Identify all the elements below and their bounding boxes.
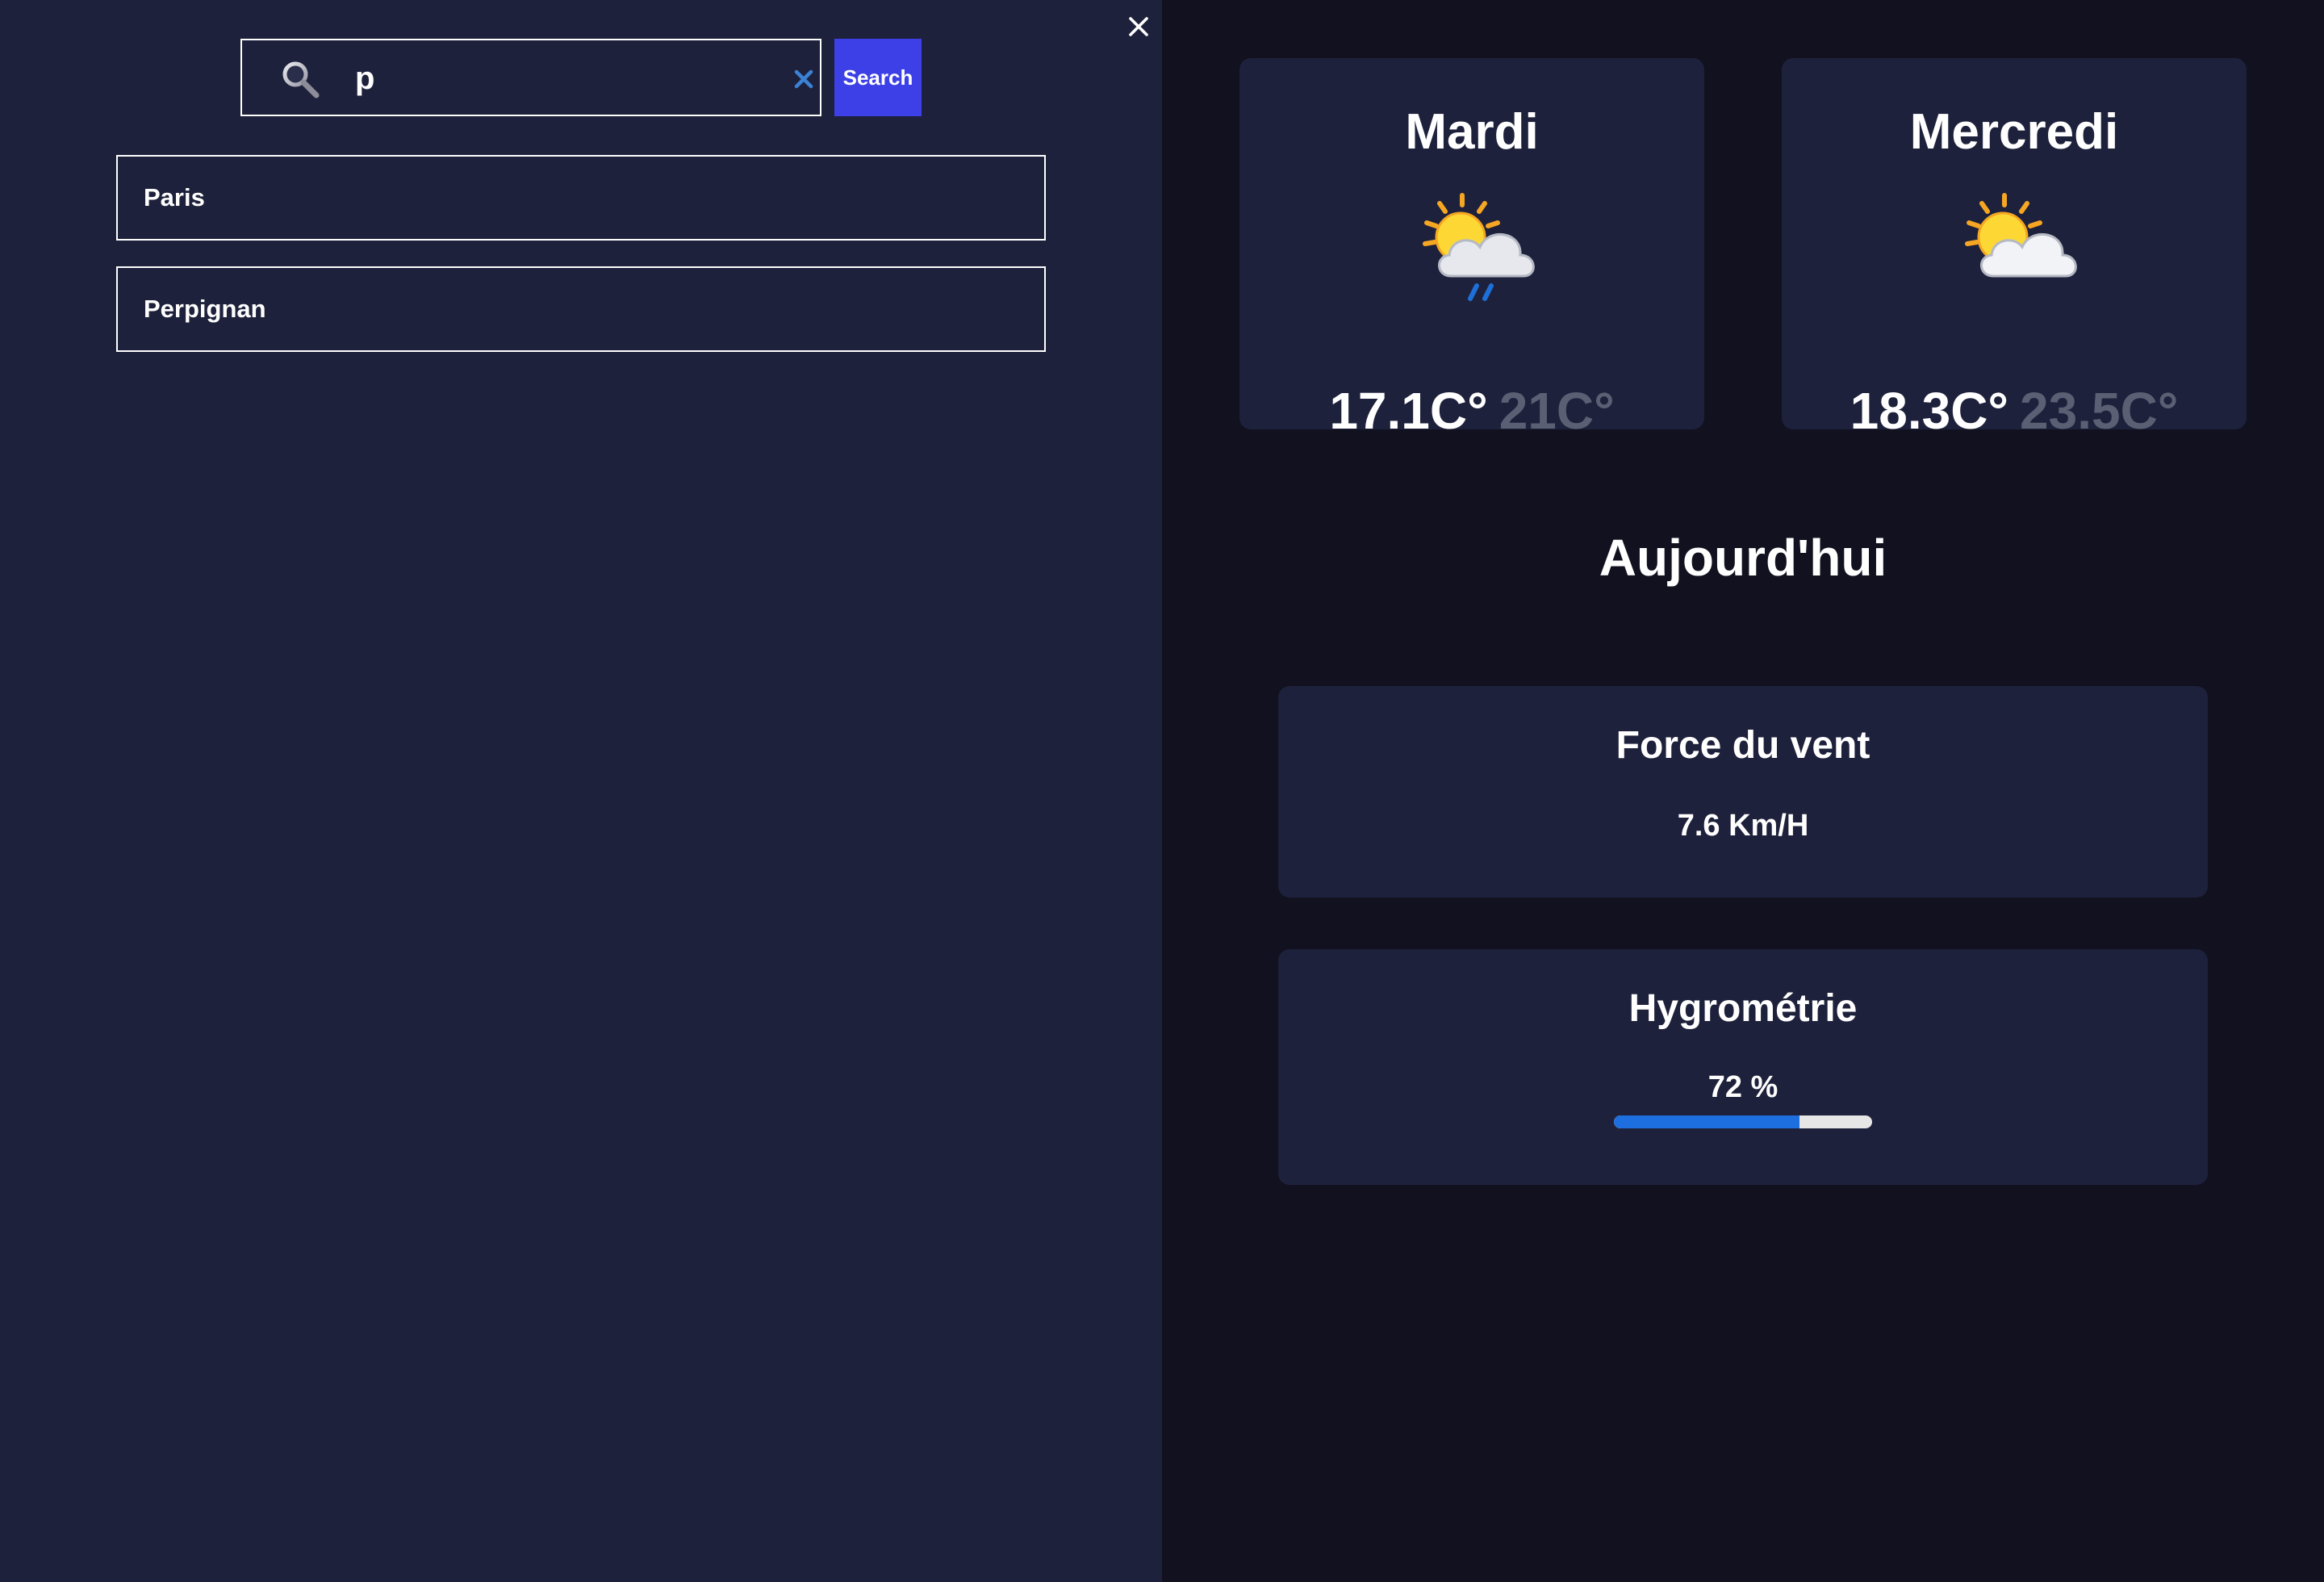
- search-drawer: Search Paris Perpignan: [0, 0, 1162, 1582]
- sun-cloud-icon: [1958, 189, 2087, 310]
- forecast-temperatures: 18.3C° 23.5C°: [1782, 381, 2247, 441]
- search-button[interactable]: Search: [834, 39, 922, 116]
- suggestion-item-perpignan[interactable]: Perpignan: [116, 266, 1046, 352]
- close-icon[interactable]: [1123, 11, 1154, 42]
- forecast-temperatures: 17.1C° 21C°: [1239, 381, 1704, 441]
- wind-title: Force du vent: [1616, 724, 1870, 767]
- humidity-card: Hygrométrie 72 %: [1278, 949, 2208, 1185]
- humidity-title: Hygrométrie: [1628, 987, 1858, 1030]
- search-icon: [279, 58, 321, 100]
- temp-max: 21C°: [1498, 382, 1615, 440]
- temp-max: 23.5C°: [2020, 382, 2179, 440]
- sun-cloud-rain-icon: [1415, 189, 1544, 310]
- forecast-card-mercredi: Mercredi 18.3C° 23.5C°: [1782, 58, 2247, 440]
- temp-min: 18.3C°: [1850, 382, 2008, 440]
- humidity-value: 72 %: [1707, 1070, 1779, 1104]
- weather-app: Search Paris Perpignan Mardi: [0, 0, 2324, 1582]
- suggestion-item-paris[interactable]: Paris: [116, 155, 1046, 241]
- today-title: Aujourd'hui: [1599, 529, 1887, 587]
- search-box: [240, 39, 821, 116]
- forecast-card-mardi: Mardi 17.1C° 21C°: [1239, 58, 1704, 440]
- wind-value: 7.6 Km/H: [1677, 809, 1809, 843]
- humidity-progress-bar: [1614, 1115, 1872, 1128]
- forecast-day-name: Mardi: [1405, 104, 1539, 160]
- temp-min: 17.1C°: [1329, 382, 1488, 440]
- clear-icon[interactable]: [791, 66, 817, 92]
- forecast-day-name: Mercredi: [1909, 104, 2119, 160]
- search-input[interactable]: [355, 52, 775, 105]
- wind-card: Force du vent 7.6 Km/H: [1278, 686, 2208, 898]
- humidity-progress-fill: [1614, 1115, 1800, 1128]
